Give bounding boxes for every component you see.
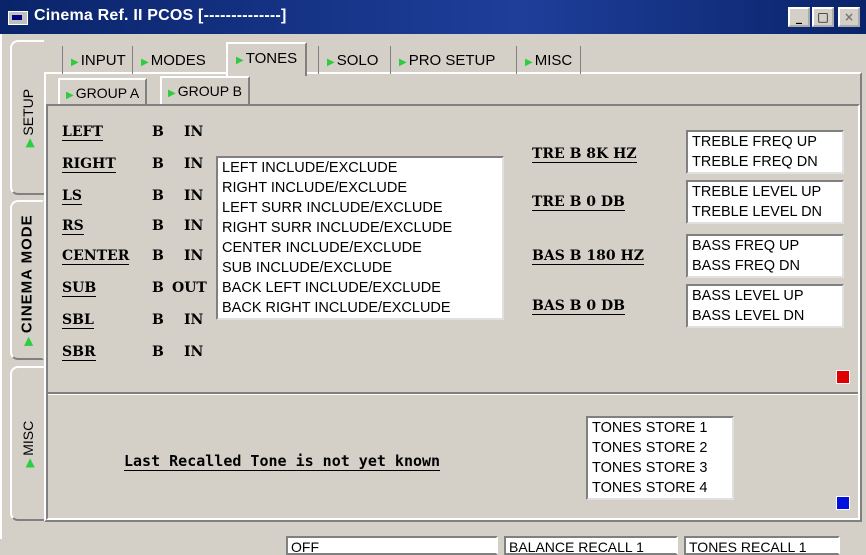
tab-solo[interactable]: ▶ SOLO — [318, 46, 386, 74]
channel-state: IN — [184, 156, 204, 172]
arrow-right-icon: ▶ — [168, 88, 176, 99]
channel-row-rs[interactable]: RS — [62, 218, 84, 235]
tab-modes[interactable]: ▶ MODES — [132, 46, 214, 74]
channel-group: B — [152, 344, 164, 360]
list-item[interactable]: LEFT INCLUDE/EXCLUDE — [218, 158, 502, 178]
bass-freq-list[interactable]: BASS FREQ UP BASS FREQ DN — [686, 234, 844, 278]
channel-row-ls[interactable]: LS — [62, 188, 82, 205]
channel-state: IN — [184, 248, 204, 264]
list-item[interactable]: TONES STORE 4 — [588, 478, 732, 498]
list-item[interactable]: TREBLE LEVEL UP — [688, 182, 842, 202]
list-item[interactable]: BACK RIGHT INCLUDE/EXCLUDE — [218, 298, 502, 318]
list-item[interactable]: BACK LEFT INCLUDE/EXCLUDE — [218, 278, 502, 298]
channel-group: B — [152, 280, 164, 296]
list-item[interactable]: CENTER INCLUDE/EXCLUDE — [218, 238, 502, 258]
subtab-group-b[interactable]: ▶ GROUP B — [160, 76, 251, 104]
channel-state: IN — [184, 312, 204, 328]
list-item[interactable]: SUB INCLUDE/EXCLUDE — [218, 258, 502, 278]
channel-row-sub[interactable]: SUB — [62, 280, 97, 297]
channel-group: B — [152, 312, 164, 328]
section-divider — [48, 392, 858, 395]
tab-misc[interactable]: ▶ MISC — [516, 46, 582, 74]
tab-input[interactable]: ▶ INPUT — [62, 46, 134, 74]
channel-row-sbr[interactable]: SBR — [62, 344, 96, 361]
include-exclude-list[interactable]: LEFT INCLUDE/EXCLUDE RIGHT INCLUDE/EXCLU… — [216, 156, 504, 320]
side-tab-misc[interactable]: ▶MISC — [10, 366, 44, 521]
channel-group: B — [152, 188, 164, 204]
channel-group: B — [152, 156, 164, 172]
bass-freq-label: BAS B 180 HZ — [532, 248, 644, 265]
subtab-group-a[interactable]: ▶ GROUP A — [58, 78, 148, 104]
close-button[interactable]: × — [838, 7, 860, 27]
list-item[interactable]: BASS FREQ DN — [688, 256, 842, 276]
arrow-right-icon: ▶ — [399, 57, 407, 68]
list-item[interactable]: BASS FREQ UP — [688, 236, 842, 256]
list-item[interactable]: TONES STORE 2 — [588, 438, 732, 458]
treble-freq-list[interactable]: TREBLE FREQ UP TREBLE FREQ DN — [686, 130, 844, 174]
arrow-right-icon: ▶ — [22, 336, 35, 346]
status-field-balance: BALANCE RECALL 1 — [504, 536, 678, 555]
list-item[interactable]: TONES STORE 1 — [588, 418, 732, 438]
channel-row-center[interactable]: CENTER — [62, 248, 130, 265]
arrow-right-icon: ▶ — [236, 55, 244, 66]
maximize-button[interactable]: □ — [812, 7, 834, 27]
arrow-right-icon: ▶ — [24, 138, 36, 147]
list-item[interactable]: TONES STORE 3 — [588, 458, 732, 478]
channel-group: B — [152, 248, 164, 264]
channel-row-left[interactable]: LEFT — [62, 124, 103, 141]
channel-row-right[interactable]: RIGHT — [62, 156, 116, 173]
list-item[interactable]: TREBLE FREQ DN — [688, 152, 842, 172]
tone-store-list[interactable]: TONES STORE 1 TONES STORE 2 TONES STORE … — [586, 416, 734, 500]
arrow-right-icon: ▶ — [24, 458, 36, 467]
channel-state: IN — [184, 344, 204, 360]
list-item[interactable]: BASS LEVEL UP — [688, 286, 842, 306]
channel-row-sbl[interactable]: SBL — [62, 312, 94, 329]
channel-state: OUT — [172, 280, 207, 296]
title-bar: Cinema Ref. II PCOS [--------------] _ □… — [0, 0, 866, 34]
list-item[interactable]: RIGHT INCLUDE/EXCLUDE — [218, 178, 502, 198]
arrow-right-icon: ▶ — [71, 57, 79, 68]
treble-level-list[interactable]: TREBLE LEVEL UP TREBLE LEVEL DN — [686, 180, 844, 224]
list-item[interactable]: BASS LEVEL DN — [688, 306, 842, 326]
list-item[interactable]: TREBLE FREQ UP — [688, 132, 842, 152]
treble-freq-label: TRE B 8K HZ — [532, 146, 637, 163]
bass-level-label: BAS B 0 DB — [532, 298, 625, 315]
channel-state: IN — [184, 188, 204, 204]
channel-group: B — [152, 218, 164, 234]
arrow-right-icon: ▶ — [327, 57, 335, 68]
bass-level-list[interactable]: BASS LEVEL UP BASS LEVEL DN — [686, 284, 844, 328]
tab-tones[interactable]: ▶ TONES — [226, 42, 308, 76]
arrow-right-icon: ▶ — [525, 57, 533, 68]
side-tab-setup[interactable]: ▶SETUP — [10, 40, 44, 195]
window-title: Cinema Ref. II PCOS [--------------] — [34, 7, 287, 24]
list-item[interactable]: RIGHT SURR INCLUDE/EXCLUDE — [218, 218, 502, 238]
app-icon — [8, 11, 28, 25]
list-item[interactable]: TREBLE LEVEL DN — [688, 202, 842, 222]
arrow-right-icon: ▶ — [141, 57, 149, 68]
channel-group: B — [152, 124, 164, 140]
minimize-button[interactable]: _ — [788, 7, 810, 27]
treble-level-label: TRE B 0 DB — [532, 194, 625, 211]
list-item[interactable]: LEFT SURR INCLUDE/EXCLUDE — [218, 198, 502, 218]
status-indicator-blue — [836, 496, 850, 510]
side-tab-cinema-mode[interactable]: ▶CINEMA MODE — [10, 200, 44, 360]
status-field-power: OFF — [286, 536, 498, 555]
tab-pro-setup[interactable]: ▶ PRO SETUP — [390, 46, 503, 74]
arrow-right-icon: ▶ — [66, 90, 74, 101]
status-field-tones: TONES RECALL 1 — [684, 536, 840, 555]
status-indicator-red — [836, 370, 850, 384]
channel-state: IN — [184, 218, 204, 234]
last-recalled-message: Last Recalled Tone is not yet known — [124, 452, 441, 471]
channel-state: IN — [184, 124, 204, 140]
